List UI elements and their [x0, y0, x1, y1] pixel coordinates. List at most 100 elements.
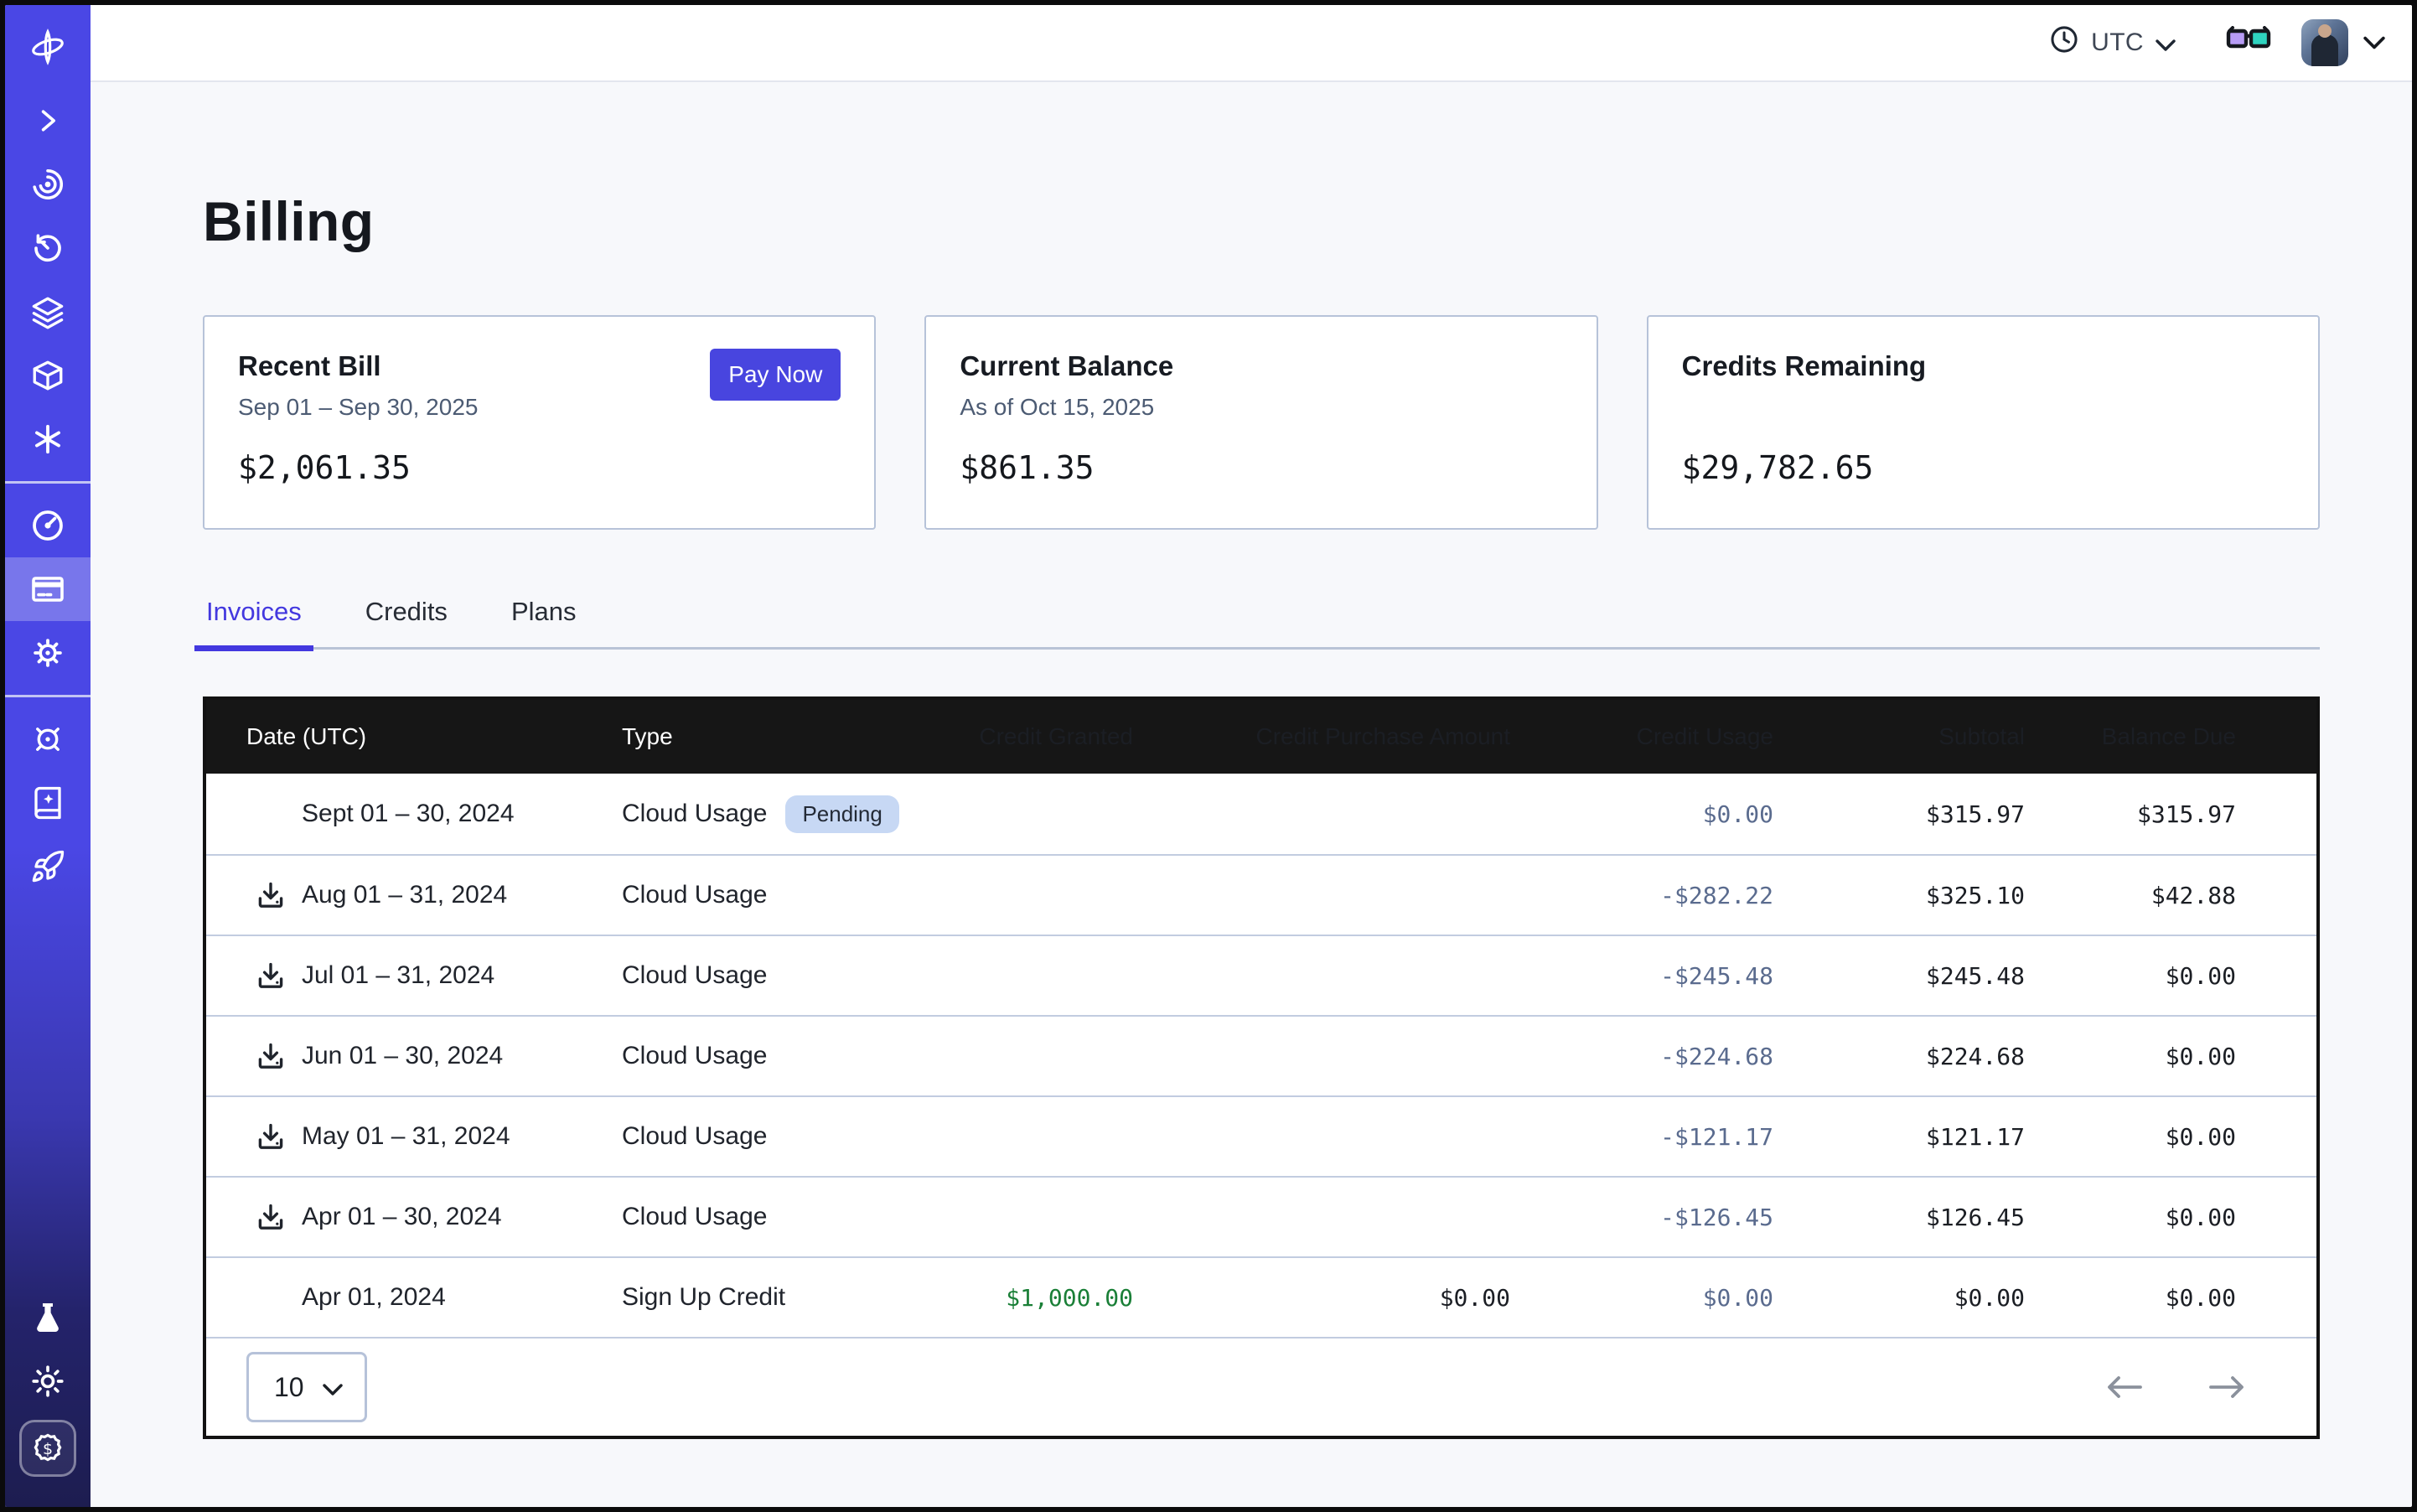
chevron-down-icon[interactable]	[2363, 35, 2385, 50]
invoice-table-body: Sept 01 – 30, 2024 Cloud Usage Pending $…	[206, 774, 2316, 1337]
chevron-right-icon[interactable]	[5, 89, 91, 153]
billing-page: Billing Recent Bill Sep 01 – Sep 30, 202…	[91, 82, 2412, 1507]
column-header-credit-usage: Credit Usage	[1510, 723, 1773, 750]
subtotal-value: $0.00	[1773, 1284, 2025, 1312]
column-header-credit-granted: Credit Granted	[977, 723, 1133, 750]
timezone-selector[interactable]: UTC	[2049, 24, 2176, 61]
current-balance-card: Current Balance As of Oct 15, 2025 $861.…	[924, 315, 1597, 530]
credit-usage-value: -$282.22	[1510, 882, 1773, 909]
app-window: $ UTC	[0, 0, 2417, 1512]
credit-purchase-amount-value: $0.00	[1133, 1284, 1510, 1312]
balance-due-value: $0.00	[2025, 962, 2316, 990]
balance-due-value: $42.88	[2025, 882, 2316, 909]
balance-due-value: $0.00	[2025, 1204, 2316, 1231]
previous-page-arrow-icon[interactable]	[2102, 1370, 2147, 1404]
invoice-type: Cloud Usage	[622, 881, 767, 909]
credit-granted-value: $1,000.00	[977, 1284, 1133, 1312]
table-row: May 01 – 31, 2024 Cloud Usage -$121.17 $…	[206, 1095, 2316, 1176]
tab-invoices[interactable]: Invoices	[203, 597, 305, 647]
helm-icon[interactable]	[5, 707, 91, 771]
balance-due-value: $315.97	[2025, 800, 2316, 828]
current-balance-amount: $861.35	[960, 449, 1562, 486]
subtotal-value: $245.48	[1773, 962, 2025, 990]
table-row: Jul 01 – 31, 2024 Cloud Usage -$245.48 $…	[206, 935, 2316, 1015]
asterisk-icon[interactable]	[5, 407, 91, 471]
credits-remaining-amount: $29,782.65	[1682, 449, 2285, 486]
table-row: Apr 01, 2024 Sign Up Credit $1,000.00 $0…	[206, 1256, 2316, 1337]
credit-card-icon[interactable]	[5, 557, 91, 621]
invoice-date: Aug 01 – 31, 2024	[302, 881, 507, 909]
history-icon[interactable]	[5, 216, 91, 280]
tab-credits[interactable]: Credits	[362, 597, 451, 647]
card-subtitle	[1682, 394, 1927, 422]
invoice-type: Cloud Usage	[622, 800, 767, 828]
card-subtitle: As of Oct 15, 2025	[960, 394, 1173, 422]
download-invoice-icon[interactable]	[256, 961, 285, 990]
subtotal-value: $126.45	[1773, 1204, 2025, 1231]
sidebar-group-billing	[5, 494, 91, 685]
topbar: UTC	[91, 5, 2412, 82]
sidebar-group-bottom: $	[5, 1286, 91, 1507]
credit-usage-value: $0.00	[1510, 800, 1773, 828]
sun-icon[interactable]	[5, 1349, 91, 1413]
orbit-logo-icon[interactable]	[5, 5, 91, 89]
download-invoice-icon[interactable]	[256, 1203, 285, 1231]
glasses-icon[interactable]	[2226, 26, 2271, 60]
cube-icon[interactable]	[5, 344, 91, 407]
subtotal-value: $315.97	[1773, 800, 2025, 828]
table-row: Sept 01 – 30, 2024 Cloud Usage Pending $…	[206, 774, 2316, 854]
page-size-select[interactable]: 10	[246, 1352, 367, 1422]
credit-usage-value: $0.00	[1510, 1284, 1773, 1312]
card-title: Recent Bill	[238, 350, 478, 382]
rocket-icon[interactable]	[5, 835, 91, 898]
invoice-type: Cloud Usage	[622, 1042, 767, 1070]
column-header-subtotal: Subtotal	[1773, 723, 2025, 750]
sidebar-group-resources	[5, 707, 91, 898]
invoice-date: Apr 01 – 30, 2024	[302, 1203, 502, 1231]
tab-plans[interactable]: Plans	[508, 597, 580, 647]
credits-remaining-card: Credits Remaining $29,782.65	[1647, 315, 2320, 530]
gear-icon[interactable]	[5, 621, 91, 685]
pagination-controls	[2102, 1370, 2249, 1404]
gauge-icon[interactable]	[5, 494, 91, 557]
flask-icon[interactable]	[5, 1286, 91, 1349]
timezone-label: UTC	[2091, 28, 2144, 57]
billing-tabs: Invoices Credits Plans	[203, 597, 2320, 650]
dollar-coin-icon[interactable]: $	[19, 1420, 76, 1477]
page-title: Billing	[203, 189, 2320, 253]
invoice-date: May 01 – 31, 2024	[302, 1122, 510, 1151]
invoice-date: Jun 01 – 30, 2024	[302, 1042, 503, 1070]
balance-due-value: $0.00	[2025, 1123, 2316, 1151]
layers-icon[interactable]	[5, 280, 91, 344]
pay-now-button[interactable]: Pay Now	[710, 349, 841, 401]
recent-bill-amount: $2,061.35	[238, 449, 841, 486]
chevron-down-icon	[2156, 28, 2176, 59]
table-footer: 10	[206, 1337, 2316, 1436]
invoice-type: Sign Up Credit	[622, 1283, 785, 1312]
download-invoice-icon[interactable]	[256, 1042, 285, 1070]
status-badge: Pending	[785, 795, 898, 833]
credit-usage-value: -$245.48	[1510, 962, 1773, 990]
download-invoice-icon[interactable]	[256, 881, 285, 909]
card-subtitle: Sep 01 – Sep 30, 2025	[238, 394, 478, 422]
card-title: Current Balance	[960, 350, 1173, 382]
subtotal-value: $121.17	[1773, 1123, 2025, 1151]
observe-icon[interactable]	[5, 153, 91, 216]
invoice-type: Cloud Usage	[622, 1122, 767, 1151]
next-page-arrow-icon[interactable]	[2204, 1370, 2249, 1404]
download-invoice-icon[interactable]	[256, 1122, 285, 1151]
invoice-date: Sept 01 – 30, 2024	[302, 800, 515, 828]
page-size-value: 10	[274, 1372, 304, 1403]
book-sparkle-icon[interactable]	[5, 771, 91, 835]
column-header-credit-purchase-amount: Credit Purchase Amount	[1133, 723, 1510, 750]
invoice-type: Cloud Usage	[622, 1203, 767, 1231]
avatar[interactable]	[2301, 19, 2348, 66]
table-row: Aug 01 – 31, 2024 Cloud Usage -$282.22 $…	[206, 854, 2316, 935]
balance-due-value: $0.00	[2025, 1284, 2316, 1312]
invoice-table-header: Date (UTC) Type Credit Granted Credit Pu…	[206, 700, 2316, 774]
clock-icon	[2049, 24, 2079, 61]
credit-usage-value: -$121.17	[1510, 1123, 1773, 1151]
balance-due-value: $0.00	[2025, 1043, 2316, 1070]
svg-text:$: $	[43, 1440, 53, 1458]
table-row: Jun 01 – 30, 2024 Cloud Usage -$224.68 $…	[206, 1015, 2316, 1095]
